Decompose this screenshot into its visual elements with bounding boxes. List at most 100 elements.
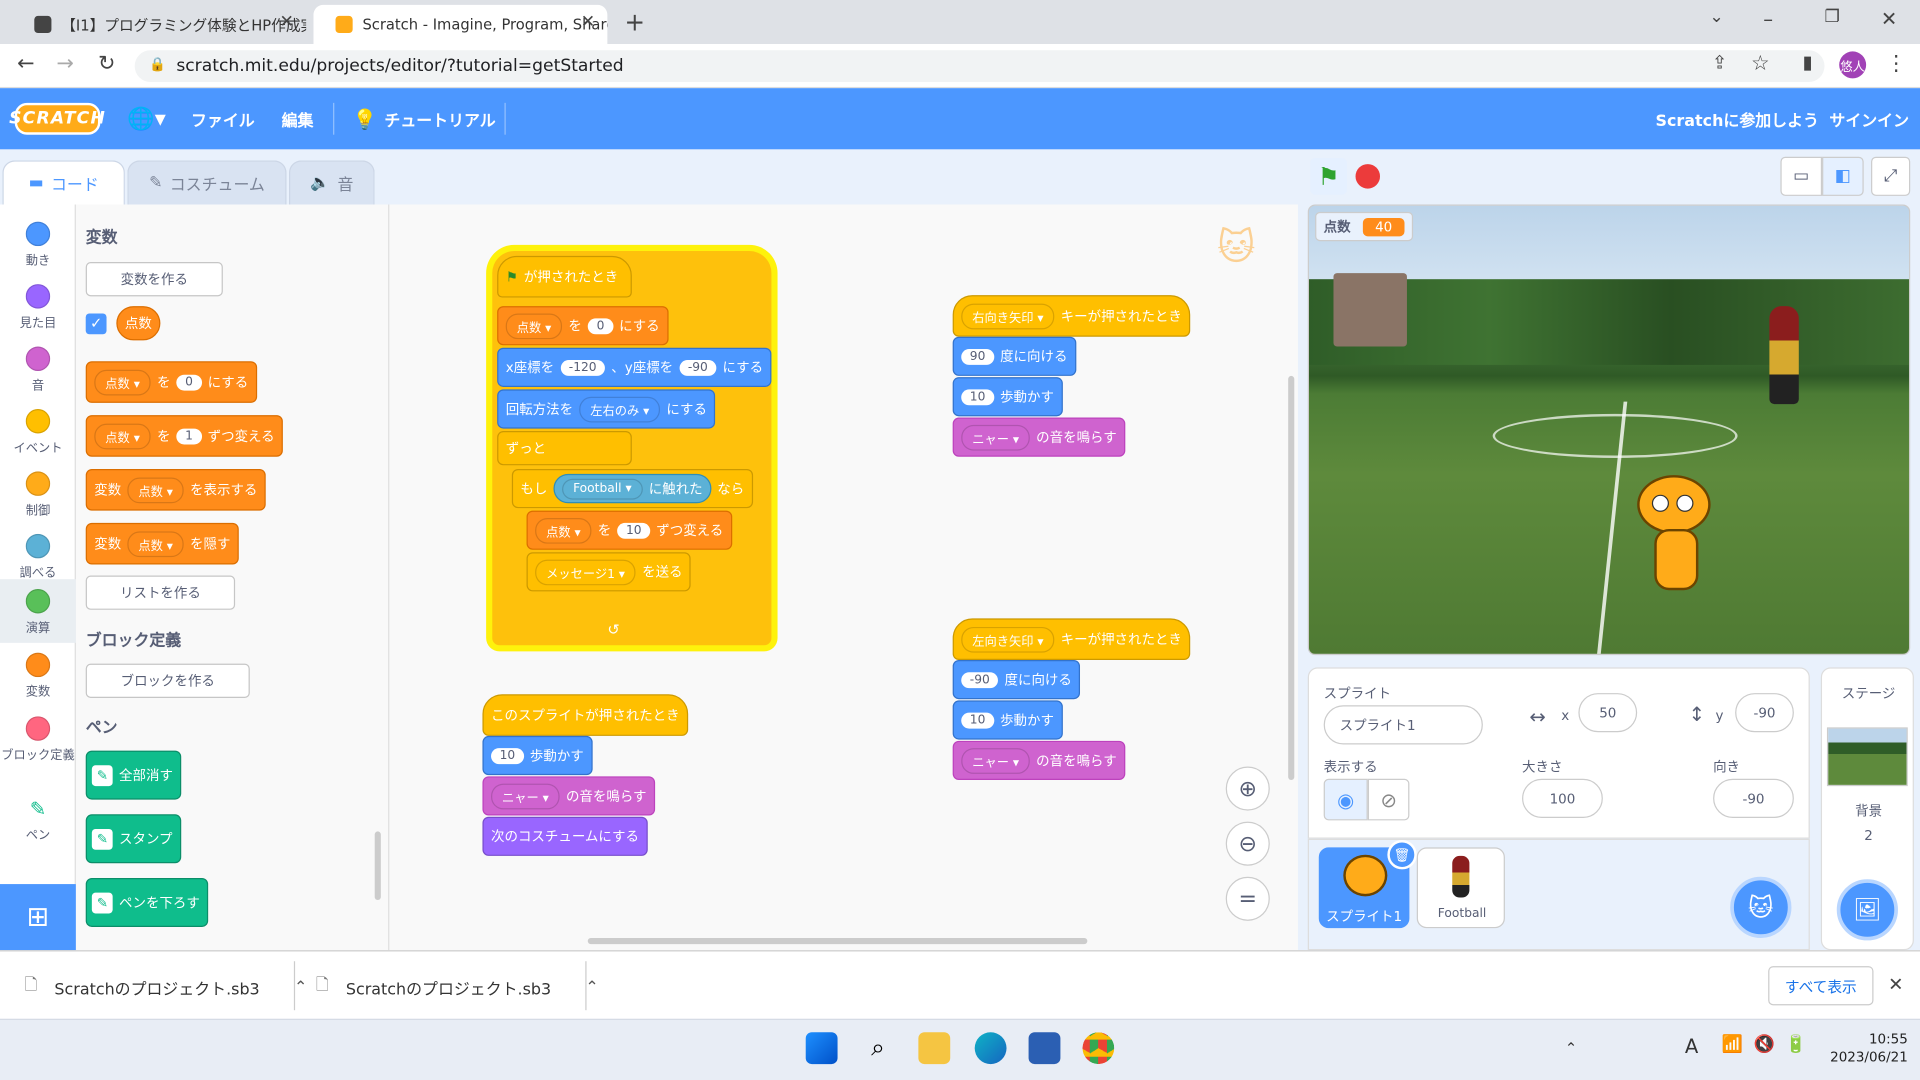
tab-search-icon[interactable]: ⌄ [1709, 7, 1723, 27]
left-key-hat-block[interactable]: 左向き矢印 ▾ キーが押されたとき [952, 618, 1191, 661]
broadcast-block[interactable]: メッセージ1 ▾ を送る [526, 552, 692, 592]
tab-costume[interactable]: ✎ コスチューム [127, 160, 287, 205]
variable-checkbox[interactable]: ✓ [85, 313, 107, 335]
sprite-tile[interactable]: Football [1416, 847, 1505, 929]
category-motion[interactable]: 動き [0, 212, 76, 276]
change-variable-block[interactable]: 点数 ▾ を 1 ずつ変える [85, 415, 284, 457]
green-flag-button[interactable]: ⚑ [1310, 157, 1347, 195]
stop-button[interactable] [1355, 164, 1381, 189]
fullscreen-button[interactable]: ⤢ [1871, 156, 1911, 196]
close-tab-icon[interactable]: ✕ [280, 12, 294, 32]
search-icon[interactable]: ⌕ [862, 1032, 894, 1064]
pen-clear-block[interactable]: ✎ 全部消す [85, 750, 182, 800]
join-scratch-link[interactable]: Scratchに参加しよう [1656, 88, 1819, 149]
back-icon[interactable]: ← [17, 51, 34, 75]
goto-xy-block[interactable]: x座標を -120 、y座標を -90 にする [497, 347, 772, 387]
value-input[interactable]: 0 [588, 317, 613, 334]
close-window-icon[interactable]: ✕ [1881, 7, 1897, 30]
var-dropdown[interactable]: 点数 ▾ [535, 517, 592, 544]
category-events[interactable]: イベント [0, 399, 76, 463]
zoom-out-button[interactable]: ⊖ [1225, 821, 1270, 866]
category-variables[interactable]: 変数 [0, 643, 76, 707]
var-dropdown[interactable]: 点数 ▾ [127, 476, 184, 503]
sound-dropdown[interactable]: ニャー ▾ [961, 747, 1031, 774]
move-steps-block[interactable]: 10 歩動かす [482, 735, 593, 776]
show-sprite-button[interactable]: ◉ [1323, 778, 1368, 821]
new-tab-icon[interactable]: + [624, 7, 645, 36]
minimize-icon[interactable]: – [1763, 7, 1773, 30]
rotation-style-block[interactable]: 回転方法を 左右のみ ▾ にする [497, 389, 716, 429]
tab-code[interactable]: ▬ コード [2, 160, 125, 205]
touch-object-dropdown[interactable]: Football ▾ [562, 478, 643, 499]
download-item[interactable]: 🗋 Scratchのプロジェクト.sb3 ⌃ [316, 973, 599, 1000]
scratch-logo[interactable]: SCRATCH [9, 102, 105, 135]
steps-input[interactable]: 10 [961, 388, 994, 405]
x-input[interactable]: -120 [560, 359, 606, 376]
chevron-up-icon[interactable]: ⌃ [585, 978, 598, 996]
var-dropdown[interactable]: 点数 ▾ [94, 369, 151, 395]
sound-dropdown[interactable]: ニャー ▾ [961, 424, 1031, 451]
palette-scrollbar[interactable] [374, 831, 381, 901]
category-control[interactable]: 制御 [0, 462, 76, 526]
y-input[interactable]: -90 [679, 359, 717, 376]
bookmark-star-icon[interactable]: ☆ [1751, 51, 1770, 75]
stage-canvas[interactable] [1307, 204, 1911, 656]
forever-block[interactable]: ずっと [497, 431, 632, 466]
score-monitor[interactable]: 点数 40 [1315, 211, 1414, 242]
direction-field[interactable]: -90 [1713, 778, 1794, 818]
add-sprite-button[interactable]: 🐱 [1730, 876, 1792, 938]
volume-icon[interactable]: 🔇 [1753, 1035, 1774, 1055]
tutorial-menu[interactable]: 💡 チュートリアル [353, 88, 496, 149]
show-all-downloads-button[interactable]: すべて表示 [1768, 966, 1874, 1006]
chevron-up-icon[interactable]: ⌃ [294, 978, 307, 996]
set-variable-block[interactable]: 点数 ▾ を 0 にする [85, 361, 257, 403]
tab-sound[interactable]: 🔈 音 [288, 160, 375, 205]
var-dropdown[interactable]: 点数 ▾ [505, 312, 563, 339]
category-sound[interactable]: 音 [0, 337, 76, 401]
cat-sprite[interactable] [1625, 475, 1728, 607]
variable-reporter[interactable]: 点数 [116, 306, 161, 341]
start-windows-icon[interactable] [805, 1032, 838, 1065]
pen-stamp-block[interactable]: ✎ スタンプ [85, 814, 182, 864]
browser-tab-scratch[interactable]: Scratch - Imagine, Program, Share ✕ [313, 4, 608, 45]
category-pen[interactable]: ✎ ペン [0, 787, 76, 851]
point-direction-block[interactable]: -90 度に向ける [952, 660, 1081, 700]
size-field[interactable]: 100 [1522, 778, 1603, 818]
var-dropdown[interactable]: 点数 ▾ [94, 423, 151, 449]
reload-icon[interactable]: ↻ [98, 51, 115, 75]
workspace-vscrollbar[interactable] [1288, 375, 1295, 781]
value-input[interactable]: 1 [176, 427, 202, 444]
pen-down-block[interactable]: ✎ ペンを下ろす [85, 877, 209, 927]
language-globe-icon[interactable]: 🌐▾ [127, 88, 166, 149]
file-menu[interactable]: ファイル [191, 88, 255, 149]
workspace-hscrollbar[interactable] [587, 937, 1088, 945]
stage-target-panel[interactable]: ステージ 背景 2 🖼 [1820, 667, 1914, 951]
change-score-block[interactable]: 点数 ▾ を 10 ずつ変える [526, 510, 732, 550]
steps-input[interactable]: 10 [961, 712, 994, 728]
share-icon[interactable]: ⇪ [1712, 51, 1727, 73]
url-field[interactable]: 🔒 scratch.mit.edu/projects/editor/?tutor… [134, 50, 1825, 83]
normal-stage-button[interactable]: ◧ [1822, 156, 1864, 196]
play-sound-block[interactable]: ニャー ▾ の音を鳴らす [482, 776, 656, 816]
wifi-icon[interactable]: 📶 [1722, 1035, 1743, 1055]
add-extension-button[interactable]: ⊞ [0, 884, 76, 951]
value-input[interactable]: 10 [617, 522, 651, 539]
touching-sensor[interactable]: Football ▾ に触れた [553, 473, 712, 504]
battery-icon[interactable]: 🔋 [1785, 1035, 1806, 1055]
make-list-button[interactable]: リストを作る [85, 575, 236, 610]
store-icon[interactable] [1028, 1032, 1061, 1065]
browser-menu-icon[interactable]: ⋮ [1886, 51, 1907, 75]
close-download-bar-icon[interactable]: ✕ [1888, 973, 1903, 995]
ime-icon[interactable]: A [1685, 1035, 1698, 1058]
key-dropdown[interactable]: 左向き矢印 ▾ [961, 626, 1055, 653]
zoom-in-button[interactable]: ⊕ [1225, 766, 1270, 811]
restore-icon[interactable]: ❐ [1825, 7, 1840, 27]
message-dropdown[interactable]: メッセージ1 ▾ [535, 558, 636, 585]
show-variable-block[interactable]: 変数 点数 ▾ を表示する [85, 468, 266, 511]
clock[interactable]: 10:55 2023/06/21 [1822, 1030, 1908, 1067]
script-workspace[interactable]: 🐱 ⚑ が押されたとき 点数 ▾ を 0 にする x座標を -120 、y座標を … [389, 204, 1298, 951]
edit-menu[interactable]: 編集 [282, 88, 314, 149]
browser-tab-course[interactable]: 【I1】プログラミング体験とHP作成実習 ✕ [12, 5, 306, 44]
zoom-reset-button[interactable]: = [1225, 876, 1270, 921]
direction-input[interactable]: 90 [961, 348, 994, 365]
